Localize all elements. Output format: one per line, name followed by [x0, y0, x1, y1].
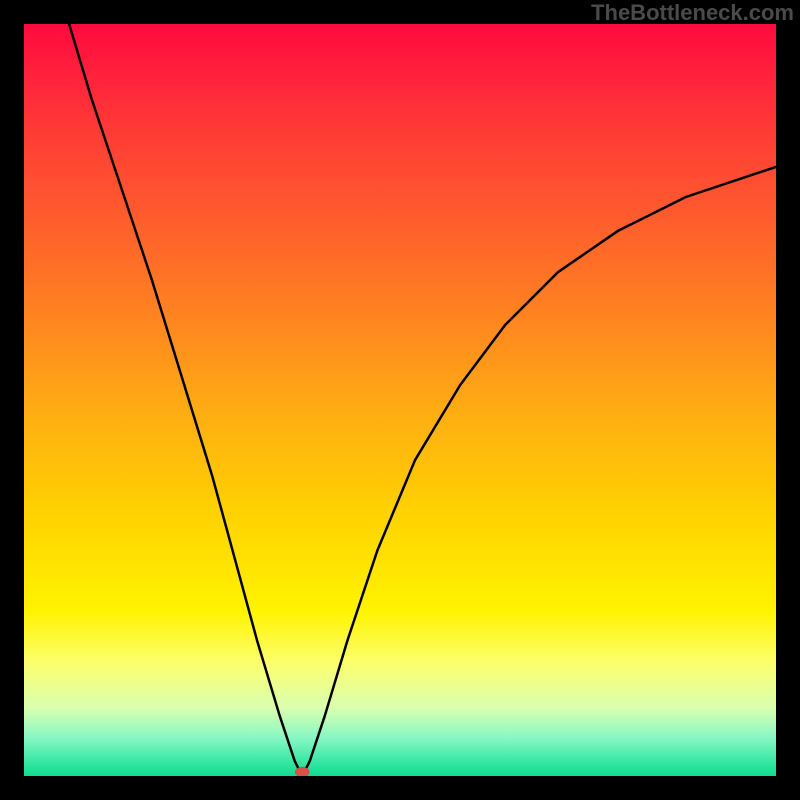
optimal-point-marker — [295, 767, 309, 776]
curve-layer — [24, 24, 776, 776]
bottleneck-curve — [69, 24, 776, 776]
watermark-text: TheBottleneck.com — [591, 0, 794, 26]
plot-area — [24, 24, 776, 776]
chart-frame: TheBottleneck.com — [0, 0, 800, 800]
